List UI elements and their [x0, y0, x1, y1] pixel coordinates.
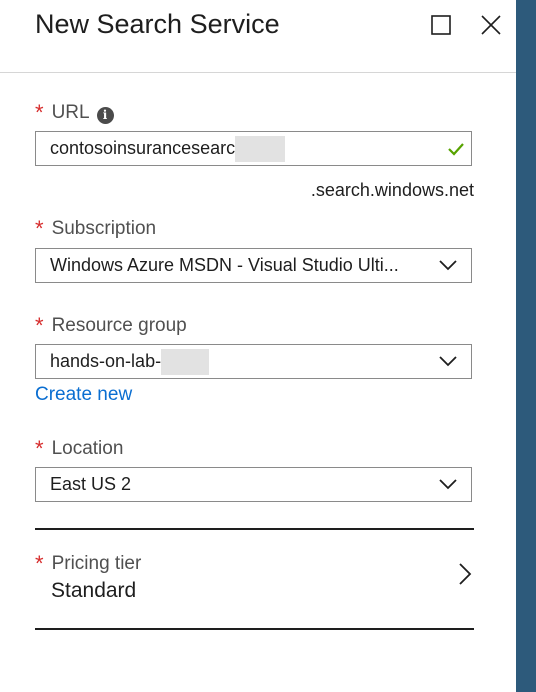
location-label: * Location [35, 435, 124, 461]
background-portal-strip [516, 0, 536, 692]
redacted-block [235, 136, 286, 163]
required-marker: * [35, 216, 44, 241]
required-marker: * [35, 436, 44, 461]
location-label-text: Location [51, 438, 124, 459]
required-marker: * [35, 100, 44, 125]
maximize-icon [431, 15, 451, 35]
close-button[interactable] [478, 12, 504, 38]
create-new-resource-group-link[interactable]: Create new [35, 384, 132, 406]
pricing-tier-top-divider [35, 528, 474, 530]
blade-title: New Search Service [35, 9, 280, 39]
url-input-value: contosoinsurancesearc [50, 132, 286, 165]
url-domain-suffix: .search.windows.net [310, 180, 474, 200]
required-marker: * [35, 313, 44, 338]
subscription-label: * Subscription [35, 215, 157, 241]
resource-group-label-text: Resource group [51, 315, 187, 336]
chevron-down-icon [439, 260, 457, 271]
resource-group-input-value: hands-on-lab- [50, 345, 210, 378]
resource-group-dropdown[interactable]: hands-on-lab- [35, 344, 472, 379]
pricing-tier-selector[interactable]: * Pricing tier Standard [35, 531, 474, 627]
info-icon[interactable]: i [96, 107, 114, 124]
url-input[interactable]: contosoinsurancesearc [35, 131, 472, 166]
resource-group-label: * Resource group [35, 312, 187, 338]
blade-header: New Search Service [0, 0, 516, 73]
location-dropdown[interactable]: East US 2 [35, 467, 472, 502]
pricing-tier-bottom-divider [35, 628, 474, 630]
url-label: * URL i [35, 99, 114, 125]
location-value: East US 2 [50, 474, 132, 494]
subscription-value: Windows Azure MSDN - Visual Studio Ulti.… [50, 255, 399, 275]
chevron-down-icon [439, 356, 457, 367]
pricing-tier-label: * Pricing tier [35, 550, 142, 576]
subscription-label-text: Subscription [51, 218, 157, 239]
chevron-down-icon [439, 479, 457, 490]
pricing-tier-value: Standard [51, 579, 137, 602]
resource-group-value-text: hands-on-lab- [50, 351, 162, 371]
new-search-service-blade: New Search Service * URL i contosoinsuranc… [0, 0, 516, 692]
checkmark-icon [448, 143, 464, 156]
pricing-tier-label-text: Pricing tier [51, 553, 142, 574]
required-marker: * [35, 551, 44, 576]
redacted-block [161, 349, 210, 376]
close-icon [481, 15, 501, 35]
url-label-text: URL [51, 102, 90, 123]
maximize-button[interactable] [428, 12, 454, 38]
chevron-right-icon [459, 563, 472, 585]
url-value-text: contosoinsurancesearc [50, 138, 236, 158]
subscription-dropdown[interactable]: Windows Azure MSDN - Visual Studio Ulti.… [35, 248, 472, 283]
